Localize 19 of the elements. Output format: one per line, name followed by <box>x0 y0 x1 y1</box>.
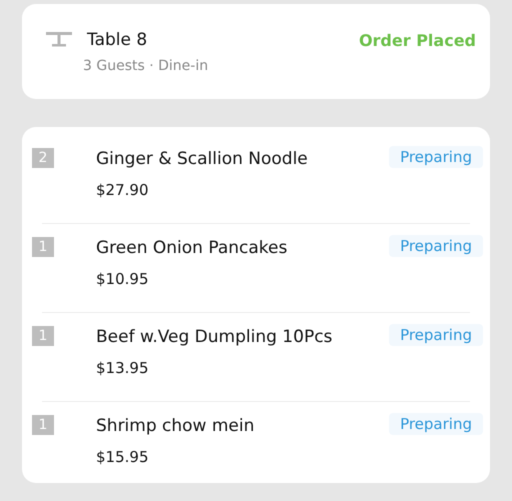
quantity-badge: 1 <box>32 326 54 346</box>
status-label: Preparing <box>389 324 483 346</box>
quantity-badge: 1 <box>32 237 54 257</box>
order-details: 3 Guests · Dine-in <box>83 58 210 74</box>
item-name: Ginger & Scallion Noodle <box>96 148 309 169</box>
item-price: $15.95 <box>96 448 150 466</box>
item-price: $13.95 <box>96 359 150 377</box>
item-name: Shrimp chow mein <box>96 415 256 436</box>
status-label: Preparing <box>389 413 483 435</box>
quantity-badge: 1 <box>32 415 54 435</box>
quantity-badge: 2 <box>32 148 54 168</box>
item-price: $27.90 <box>96 181 150 199</box>
status-label: Preparing <box>389 235 483 257</box>
item-price: $10.95 <box>96 270 150 288</box>
table-name: Table 8 <box>87 30 148 50</box>
status-label: Preparing <box>389 146 483 168</box>
item-name: Green Onion Pancakes <box>96 237 288 258</box>
item-name: Beef w.Veg Dumpling 10Pcs <box>96 326 334 347</box>
order-status: Order Placed <box>358 30 476 50</box>
